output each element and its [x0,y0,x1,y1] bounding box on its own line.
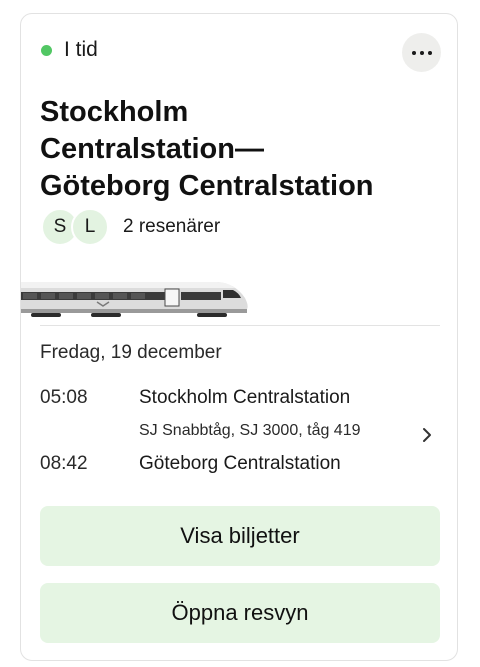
arrival-station: Göteborg Centralstation [139,453,341,474]
more-horizontal-icon [411,50,416,55]
trip-title-line: Göteborg Centralstation [40,170,374,202]
departure-time: 05:08 [40,387,88,408]
show-tickets-button[interactable]: Visa biljetter [40,506,440,566]
status-dot-icon [41,44,52,56]
status-indicator: I tid [41,38,98,62]
trip-title-line: Centralstation— [40,133,264,165]
travelers-count: 2 resenärer [123,216,221,237]
train-info: SJ Snabbtåg, SJ 3000, tåg 419 [139,422,361,439]
avatar: L [71,208,109,246]
open-journey-view-button[interactable]: Öppna resvyn [40,583,440,643]
departure-station: Stockholm Centralstation [139,387,351,408]
arrival-time: 08:42 [40,453,88,474]
travel-date: Fredag, 19 december [40,342,222,363]
chevron-right-icon[interactable] [418,424,436,446]
divider [40,325,440,326]
trip-card: I tid Stockholm Centralstation— Göteborg… [20,13,458,661]
trip-title: Stockholm Centralstation— Göteborg Centr… [40,94,440,205]
status-label: I tid [64,38,98,61]
trip-title-line: Stockholm [40,96,189,128]
more-options-button[interactable] [402,33,441,72]
train-icon [21,282,248,317]
